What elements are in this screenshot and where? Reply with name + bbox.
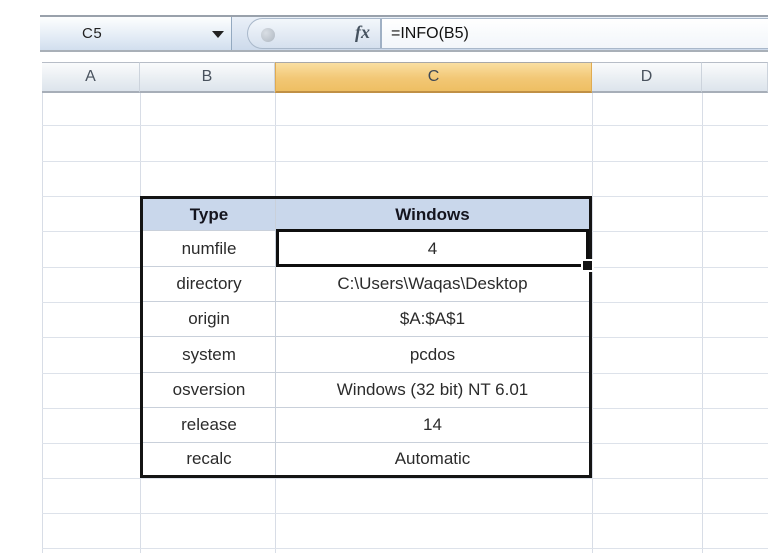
cell-label[interactable]: numfile (143, 231, 276, 266)
table-row[interactable]: numfile 4 (143, 231, 589, 267)
table-row[interactable]: osversion Windows (32 bit) NT 6.01 (143, 373, 589, 408)
table-row[interactable]: system pcdos (143, 337, 589, 373)
column-letter: D (640, 68, 653, 85)
column-header-d[interactable]: D (592, 62, 702, 93)
column-header-c-selected[interactable]: C (275, 62, 592, 93)
gridline (42, 93, 43, 553)
table-row[interactable]: recalc Automatic (143, 443, 589, 475)
formula-bar-strip: C5 fx =INFO(B5) (40, 15, 768, 52)
cell-value[interactable]: pcdos (276, 337, 589, 372)
formula-bar-cap: fx (248, 19, 380, 48)
gridline (592, 93, 593, 553)
gridline (42, 125, 768, 126)
fill-handle[interactable] (583, 261, 592, 270)
gridline (42, 513, 768, 514)
cell-label[interactable]: osversion (143, 373, 276, 407)
cell-value[interactable]: C:\Users\Waqas\Desktop (276, 267, 589, 301)
gridline (42, 548, 768, 549)
column-header-a[interactable]: A (42, 62, 140, 93)
table-row[interactable]: release 14 (143, 408, 589, 443)
cell-label[interactable]: recalc (143, 443, 276, 475)
cell-value[interactable]: Windows (32 bit) NT 6.01 (276, 373, 589, 407)
column-letter: C (427, 68, 440, 85)
cell-label[interactable]: release (143, 408, 276, 442)
name-box-value: C5 (82, 25, 103, 42)
cell-value-active[interactable]: 4 (276, 231, 589, 266)
header-margin (0, 62, 42, 93)
cell-label[interactable]: origin (143, 302, 276, 336)
column-header-stub (702, 62, 768, 93)
table-row[interactable]: directory C:\Users\Waqas\Desktop (143, 267, 589, 302)
formula-text: =INFO(B5) (391, 24, 469, 42)
insert-function-icon[interactable]: fx (355, 22, 370, 43)
info-table: Type Windows numfile 4 directory C:\User… (140, 196, 592, 478)
header-cell-type[interactable]: Type (143, 199, 276, 230)
formula-input[interactable]: =INFO(B5) (382, 19, 768, 48)
column-header-b[interactable]: B (140, 62, 275, 93)
column-header-row: A B C D (0, 62, 768, 93)
name-box-dropdown-icon[interactable] (212, 31, 224, 38)
table-row[interactable]: origin $A:$A$1 (143, 302, 589, 337)
drag-handle-icon[interactable] (261, 28, 275, 42)
cell-label[interactable]: directory (143, 267, 276, 301)
cell-value[interactable]: Automatic (276, 443, 589, 475)
name-box[interactable]: C5 (40, 17, 232, 50)
table-header-row[interactable]: Type Windows (143, 199, 589, 231)
column-letter: B (201, 68, 213, 85)
column-letter: A (85, 68, 96, 85)
header-cell-windows[interactable]: Windows (276, 199, 589, 230)
cell-label[interactable]: system (143, 337, 276, 372)
cell-value[interactable]: $A:$A$1 (276, 302, 589, 336)
cell-value[interactable]: 14 (276, 408, 589, 442)
gridline (42, 161, 768, 162)
gridline (702, 93, 703, 553)
gridline (42, 478, 768, 479)
formula-bar-pill: fx =INFO(B5) (247, 18, 768, 49)
